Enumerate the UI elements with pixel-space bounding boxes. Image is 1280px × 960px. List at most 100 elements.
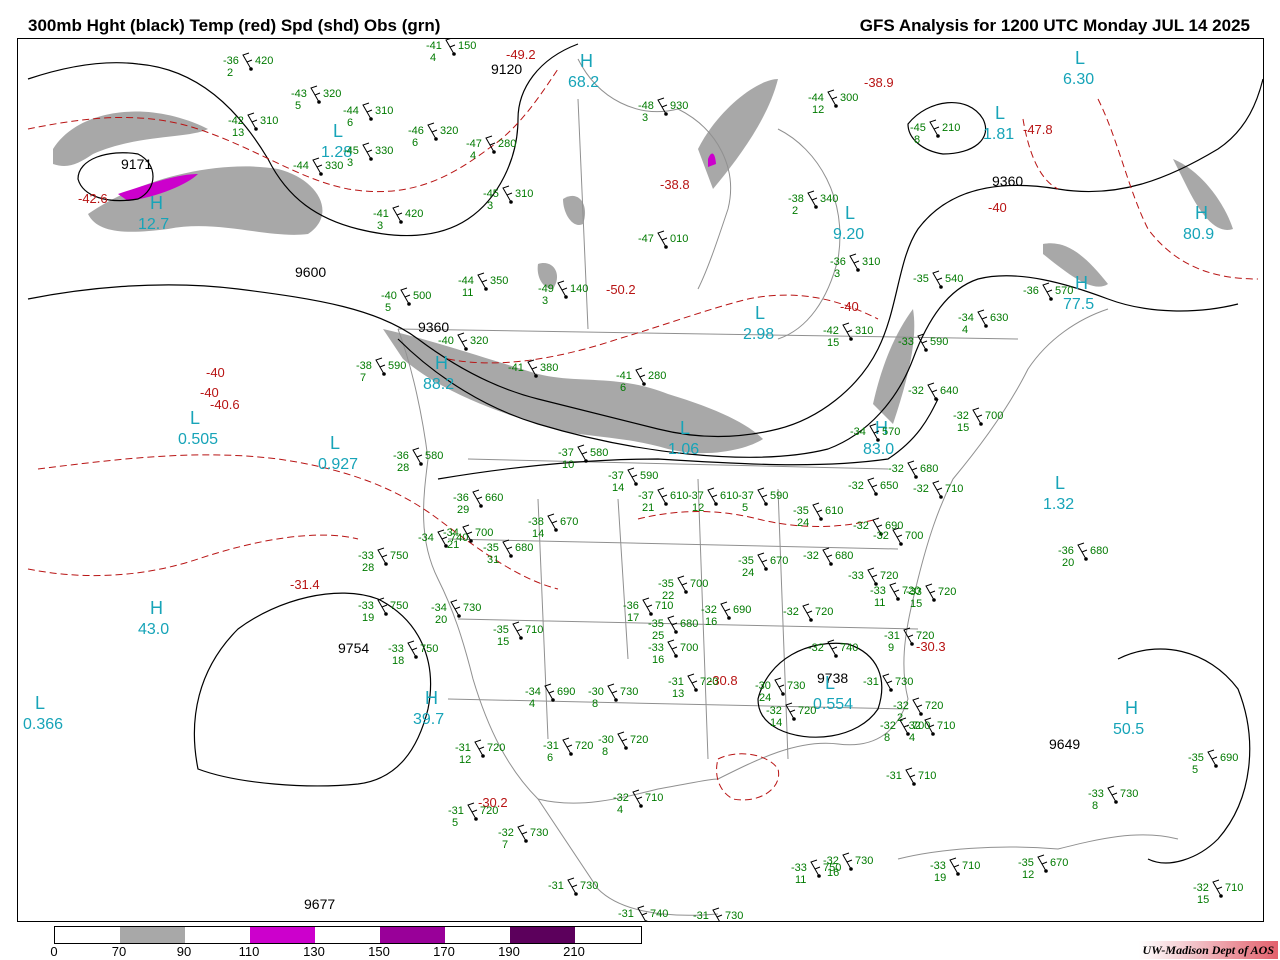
obs-temperature: -42 xyxy=(823,325,839,337)
obs-dewpoint-depression: 16 xyxy=(827,867,839,879)
temperature-label: -38.9 xyxy=(864,75,894,90)
obs-dewpoint-depression: 25 xyxy=(652,630,664,642)
wind-barb xyxy=(827,639,838,657)
station-obs: -33 750 28 xyxy=(358,547,408,574)
obs-temperature: -35 xyxy=(658,578,674,590)
obs-height: 720 xyxy=(925,700,943,712)
obs-temperature: -32 xyxy=(848,480,864,492)
obs-height: 740 xyxy=(650,908,668,920)
wind-barb xyxy=(400,287,411,305)
obs-dewpoint-depression: 16 xyxy=(705,616,717,628)
obs-height: 730 xyxy=(580,880,598,892)
obs-height: 740 xyxy=(840,642,858,654)
obs-temperature: -38 xyxy=(788,193,804,205)
wind-barb xyxy=(412,447,423,465)
wind-barb xyxy=(977,309,988,327)
obs-dewpoint-depression: 15 xyxy=(957,422,969,434)
pressure-center-letter: L xyxy=(995,103,1005,123)
obs-height: 590 xyxy=(930,336,948,348)
obs-dewpoint-depression: 10 xyxy=(562,459,574,471)
station-obs: -34 630 4 xyxy=(958,309,1008,336)
station-obs: -32 730 16 xyxy=(823,852,873,879)
obs-temperature: -42 xyxy=(228,115,244,127)
obs-temperature: -32 xyxy=(783,606,799,618)
obs-height: 700 xyxy=(475,527,493,539)
wind-barb xyxy=(577,444,588,462)
wind-barb xyxy=(882,673,893,691)
obs-temperature: -35 xyxy=(493,624,509,636)
station-obs: -42 310 13 xyxy=(228,112,278,139)
station-obs: -44 330 xyxy=(293,157,343,176)
obs-temperature: -35 xyxy=(1188,752,1204,764)
obs-temperature: -34 xyxy=(431,602,447,614)
obs-temperature: -32 xyxy=(1193,882,1209,894)
station-obs: -32 720 xyxy=(783,603,833,622)
wind-barb xyxy=(362,102,373,120)
obs-height: 720 xyxy=(487,742,505,754)
station-obs: -31 720 5 xyxy=(448,802,498,829)
obs-height: 730 xyxy=(1120,788,1138,800)
obs-height: 570 xyxy=(1055,285,1073,297)
obs-temperature: -33 xyxy=(358,600,374,612)
wind-barb xyxy=(889,582,900,600)
pressure-center-letter: H xyxy=(150,193,163,213)
obs-dewpoint-depression: 7 xyxy=(360,372,366,384)
pressure-center-value: 39.7 xyxy=(413,711,444,728)
pressure-center-value: 1.32 xyxy=(1043,496,1074,513)
wind-barb xyxy=(247,112,258,130)
obs-height: 330 xyxy=(325,160,343,172)
wind-barb xyxy=(785,702,796,720)
wind-barb xyxy=(667,639,678,657)
obs-height: 700 xyxy=(985,410,1003,422)
obs-height: 150 xyxy=(458,40,476,52)
obs-height: 660 xyxy=(485,492,503,504)
coastline xyxy=(897,834,1179,860)
obs-height: 730 xyxy=(855,855,873,867)
wind-barb xyxy=(392,205,403,223)
station-obs: -35 70022 xyxy=(658,575,708,602)
obs-height: 730 xyxy=(895,676,913,688)
obs-height: 630 xyxy=(990,312,1008,324)
obs-height: 640 xyxy=(940,385,958,397)
obs-temperature: -32 xyxy=(823,855,839,867)
station-obs: -35 610 24 xyxy=(793,502,843,529)
colorbar-segment xyxy=(185,927,250,943)
obs-temperature: -33 xyxy=(930,860,946,872)
obs-temperature: -33 xyxy=(648,642,664,654)
wind-barb xyxy=(485,135,496,153)
wind-barb xyxy=(242,52,253,70)
obs-dewpoint-depression: 28 xyxy=(362,562,374,574)
obs-temperature: -33 xyxy=(358,550,374,562)
obs-dewpoint-depression: 5 xyxy=(1192,764,1198,776)
station-obs: -43 320 5 xyxy=(291,85,341,112)
obs-temperature: -35 xyxy=(483,542,499,554)
obs-height: 580 xyxy=(425,450,443,462)
pressure-center-letter: H xyxy=(435,353,448,373)
obs-height: 610 xyxy=(670,490,688,502)
obs-temperature: -45 xyxy=(910,122,926,134)
obs-height: 690 xyxy=(733,604,751,616)
obs-height: 730 xyxy=(463,602,481,614)
wind-barb xyxy=(720,601,731,619)
obs-dewpoint-depression: 11 xyxy=(462,287,473,299)
pressure-center-letter: L xyxy=(680,418,690,438)
wind-barb xyxy=(377,597,388,615)
obs-height: 750 xyxy=(420,643,438,655)
obs-temperature: -34 xyxy=(850,426,866,438)
obs-temperature: -33 xyxy=(1088,788,1104,800)
obs-height: 680 xyxy=(515,542,533,554)
pressure-center-letter: H xyxy=(150,598,163,618)
obs-height: 710 xyxy=(1225,882,1243,894)
wind-barb xyxy=(757,487,768,505)
obs-temperature: -37 xyxy=(738,490,754,502)
obs-height: 420 xyxy=(405,208,423,220)
wind-barb xyxy=(472,489,483,507)
wind-barb xyxy=(467,802,478,820)
wind-barb xyxy=(457,332,468,350)
obs-temperature: -37 xyxy=(558,447,574,459)
chart-title: 300mb Hght (black) Temp (red) Spd (shd) … xyxy=(28,16,441,35)
obs-temperature: -36 xyxy=(1058,545,1074,557)
pressure-center-value: 68.2 xyxy=(568,74,599,91)
wind-barb xyxy=(1107,785,1118,803)
wind-barb xyxy=(362,142,373,160)
